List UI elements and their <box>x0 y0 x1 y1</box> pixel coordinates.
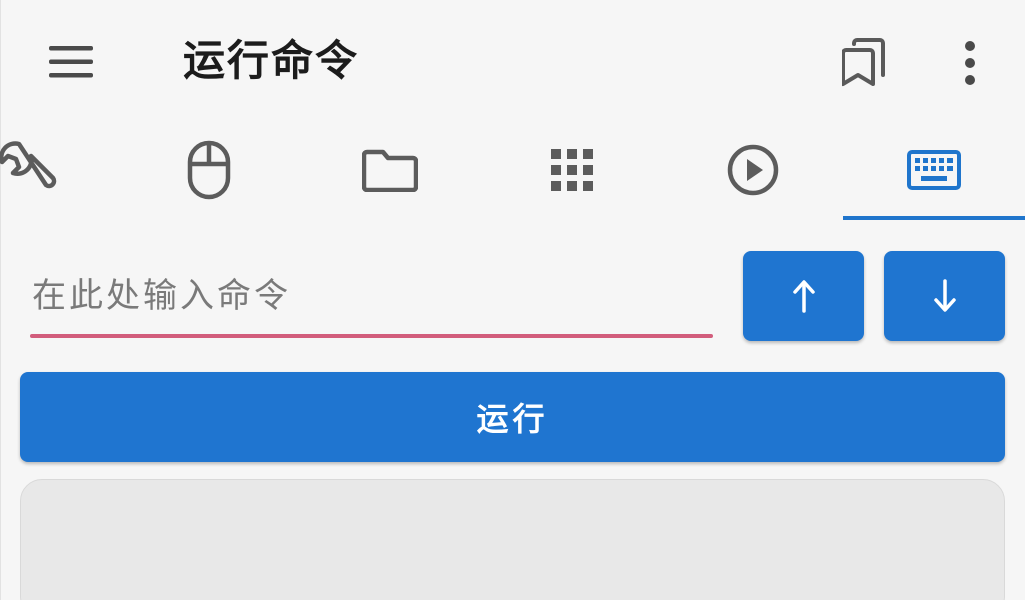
tab-mouse[interactable] <box>124 122 294 218</box>
top-app-bar: 运行命令 <box>0 0 1025 122</box>
menu-icon <box>49 46 93 78</box>
tab-keyboard[interactable] <box>849 122 1019 218</box>
tab-files[interactable] <box>305 122 475 218</box>
mouse-icon <box>187 140 231 200</box>
keyboard-icon <box>907 150 961 190</box>
run-button[interactable]: 运行 <box>20 372 1005 462</box>
history-down-button[interactable] <box>884 251 1005 341</box>
page-title: 运行命令 <box>183 36 360 85</box>
history-up-button[interactable] <box>743 251 864 341</box>
bookmarks-icon <box>842 38 885 86</box>
tab-media[interactable] <box>668 122 838 218</box>
play-circle-icon <box>727 144 779 196</box>
command-input[interactable] <box>30 258 713 334</box>
tab-apps[interactable] <box>487 122 657 218</box>
menu-button[interactable] <box>38 36 104 88</box>
wrench-icon <box>0 141 57 189</box>
arrow-up-icon <box>792 280 815 313</box>
more-options-button[interactable] <box>944 34 996 92</box>
command-field <box>30 258 713 340</box>
grid-icon <box>551 149 593 191</box>
tab-tools[interactable] <box>0 122 112 218</box>
command-output-area <box>20 479 1005 600</box>
app-root: 运行命令 在此处输入命令 运行 <box>0 0 1025 600</box>
arrow-down-icon <box>933 279 956 312</box>
tab-bar <box>0 122 1025 222</box>
selected-tab-indicator <box>843 216 1025 220</box>
more-vertical-icon <box>965 41 975 85</box>
bookmarks-button[interactable] <box>835 34 893 92</box>
folder-icon <box>362 149 418 192</box>
command-input-underline <box>30 334 713 338</box>
